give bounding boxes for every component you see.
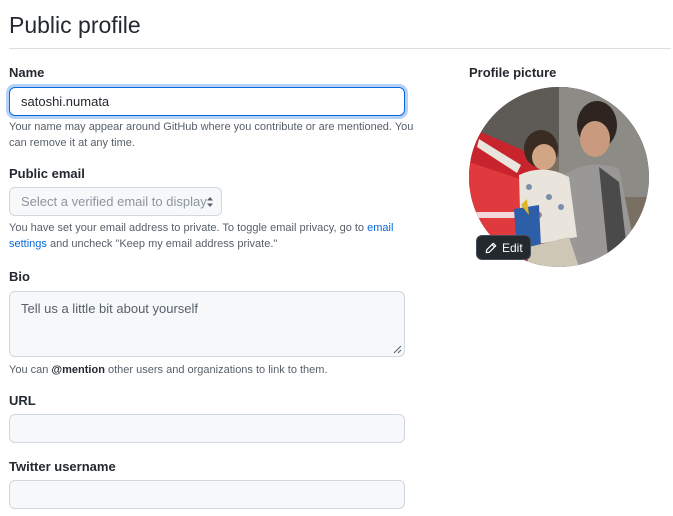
name-input[interactable] — [9, 87, 405, 116]
bio-placeholder: Tell us a little bit about yourself — [21, 301, 199, 316]
mention-text: @mention — [51, 364, 105, 376]
bio-label: Bio — [9, 269, 30, 284]
name-help-text: Your name may appear around GitHub where… — [9, 121, 414, 149]
twitter-username-input[interactable] — [9, 480, 405, 509]
pencil-icon — [485, 242, 497, 253]
public-email-label: Public email — [9, 166, 85, 181]
twitter-username-label: Twitter username — [9, 459, 116, 474]
public-email-select-value: Select a verified email to display — [21, 194, 207, 209]
public-email-select[interactable]: Select a verified email to display — [9, 187, 222, 216]
select-caret-icon — [207, 197, 213, 207]
name-label: Name — [9, 65, 45, 80]
public-email-help-text: You have set your email address to priva… — [9, 222, 394, 250]
bio-textarea[interactable]: Tell us a little bit about yourself — [9, 291, 405, 357]
url-input[interactable] — [9, 414, 405, 443]
edit-avatar-label: Edit — [502, 240, 523, 255]
url-label: URL — [9, 393, 36, 408]
page-title: Public profile — [9, 12, 141, 38]
resize-handle-icon[interactable] — [393, 345, 402, 354]
edit-avatar-button[interactable]: Edit — [476, 235, 531, 260]
title-divider — [9, 48, 671, 49]
profile-picture-label: Profile picture — [469, 65, 557, 80]
bio-help-text: You can @mention other users and organiz… — [9, 364, 328, 376]
